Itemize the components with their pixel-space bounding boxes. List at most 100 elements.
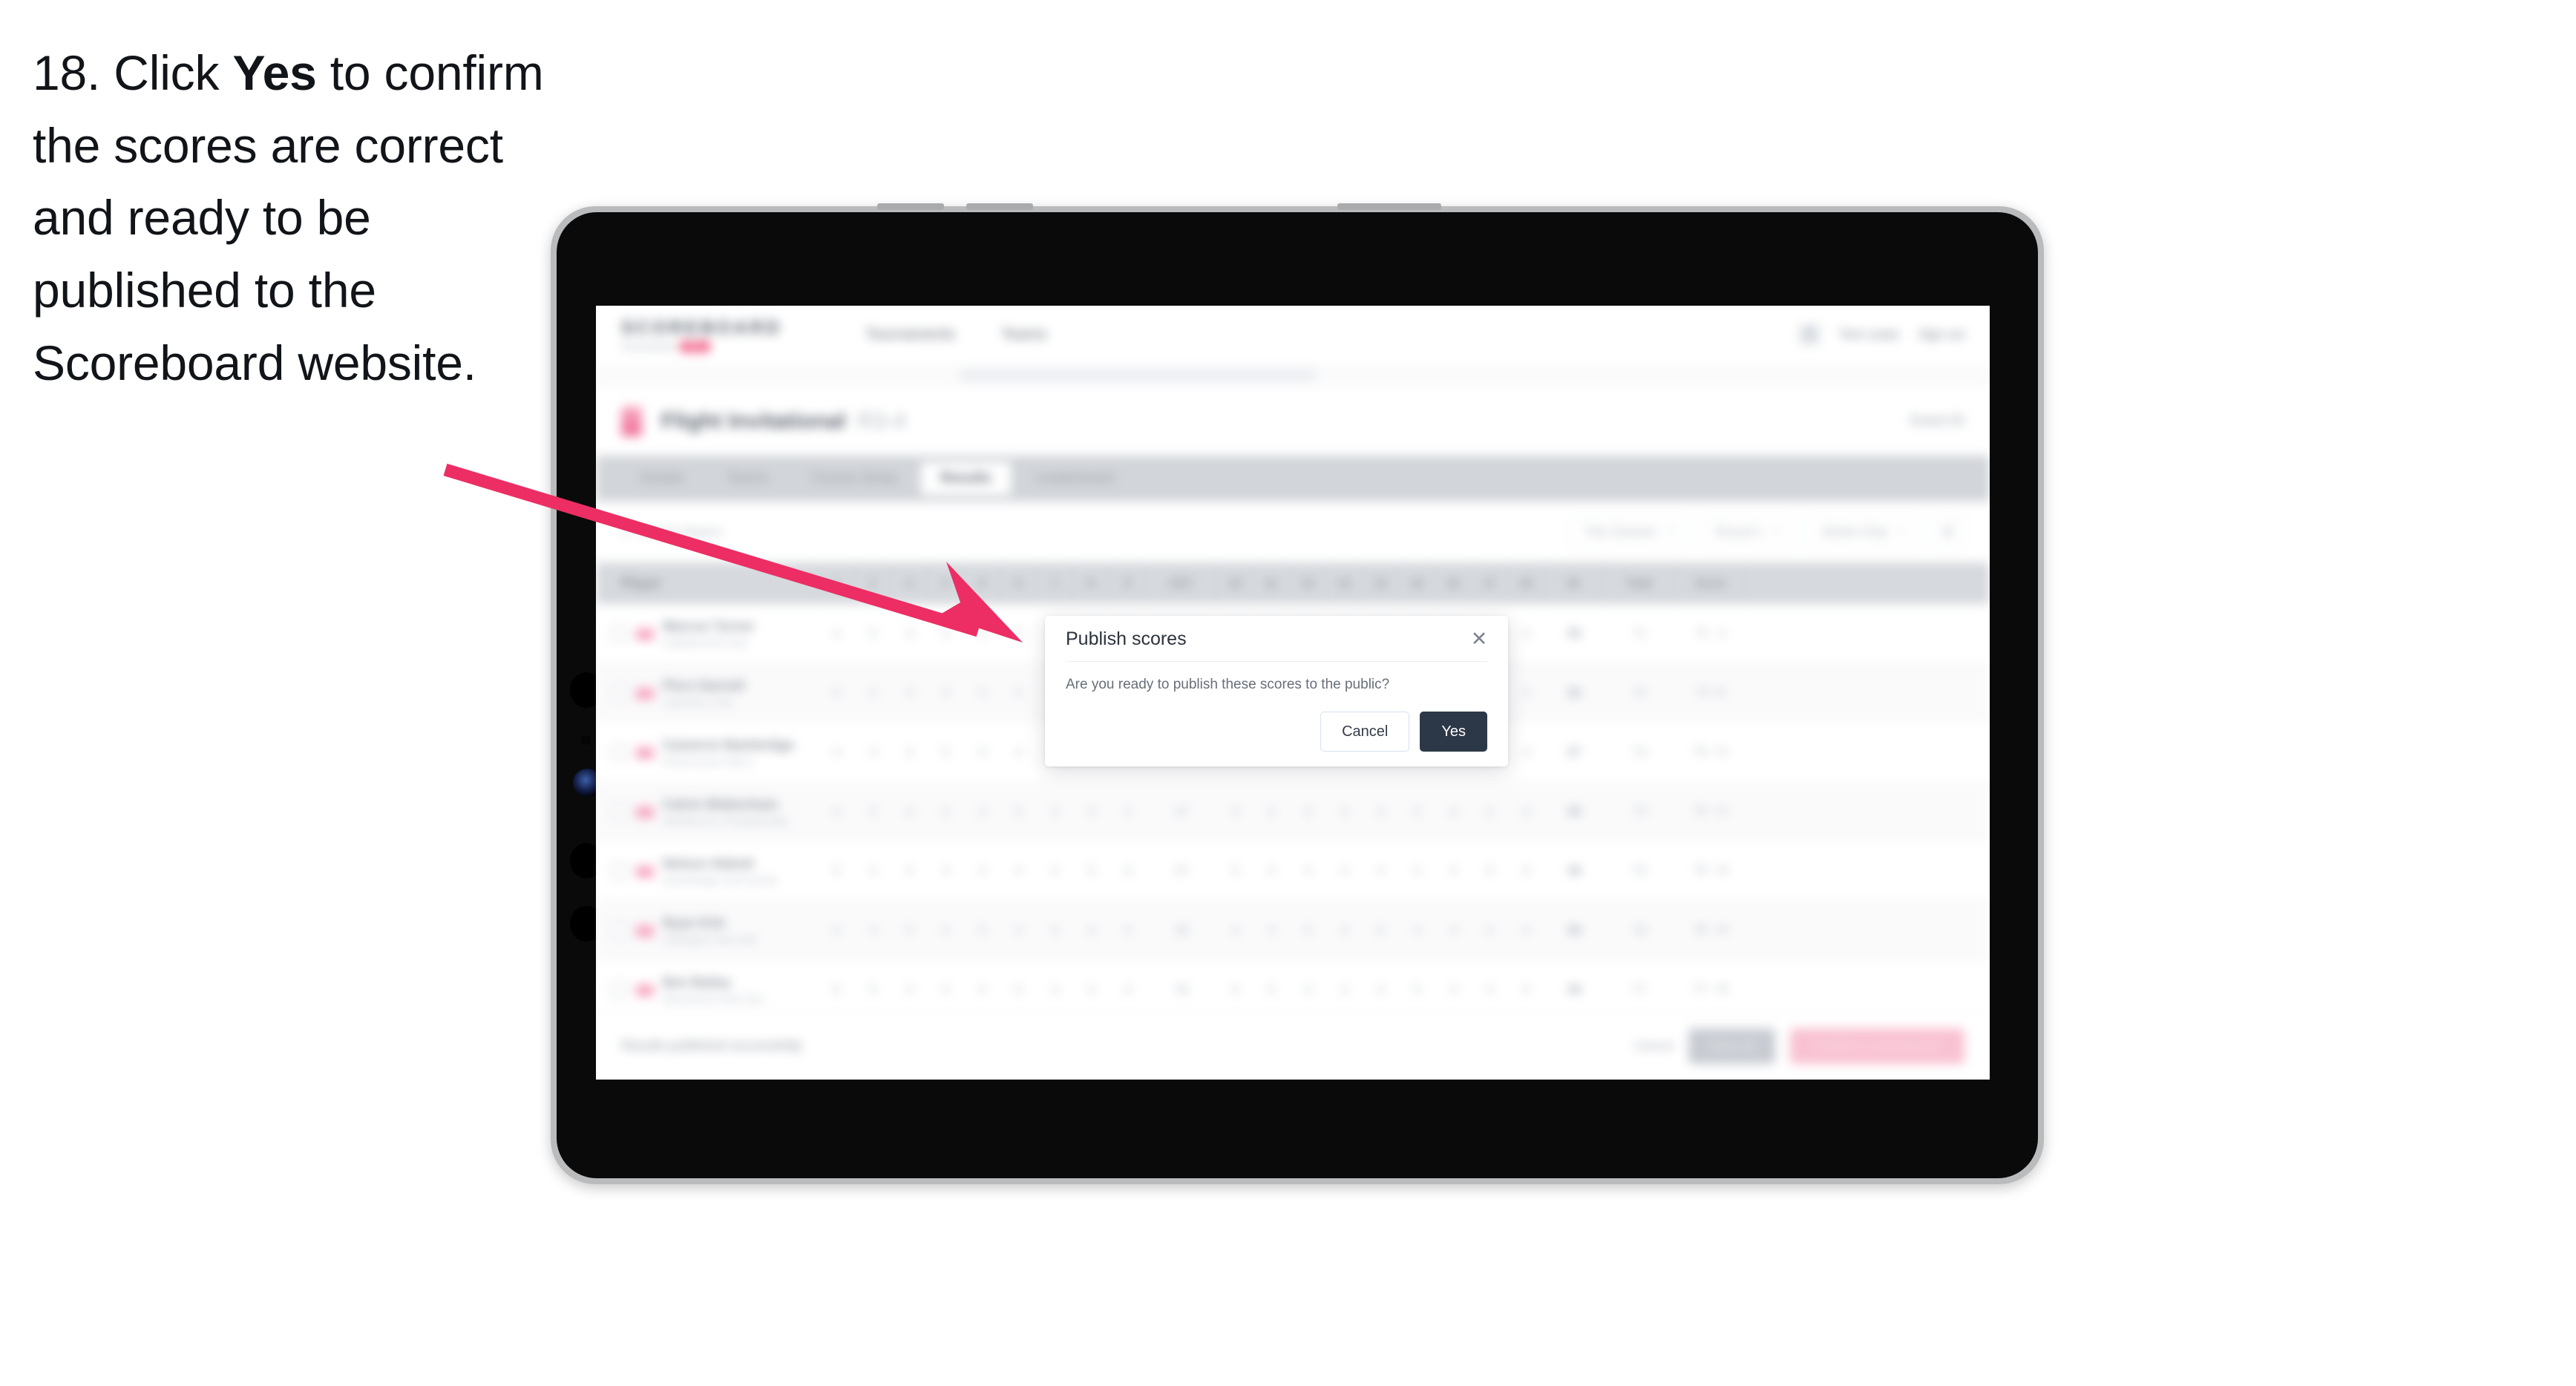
volume-up-button[interactable] (877, 203, 944, 210)
hole-score-cell[interactable]: 4 (1363, 841, 1399, 900)
hole-score-cell[interactable]: 3 (1363, 782, 1399, 841)
hole-score-cell[interactable]: 4 (1508, 782, 1544, 841)
hole-score-cell[interactable]: 4 (1037, 960, 1073, 1019)
hole-score-cell[interactable]: 5 (928, 723, 964, 781)
hole-score-cell[interactable]: 5 (819, 960, 855, 1019)
hole-score-cell[interactable]: 3 (1508, 663, 1544, 722)
hole-score-cell[interactable]: 5 (964, 663, 1000, 722)
hole-score-cell[interactable]: 4 (1326, 901, 1363, 959)
volume-down-button[interactable] (966, 203, 1033, 210)
hole-score-cell[interactable]: 4 (1290, 782, 1326, 841)
hole-score-cell[interactable]: 4 (928, 901, 964, 959)
hole-score-cell[interactable]: 4 (1253, 841, 1290, 900)
tab-teams[interactable]: Teams (707, 462, 787, 495)
hole-score-cell[interactable]: 3 (928, 663, 964, 722)
hole-score-cell[interactable]: 4 (1000, 841, 1037, 900)
hole-score-cell[interactable]: 4 (928, 604, 964, 663)
hole-score-cell[interactable]: 4 (1435, 901, 1472, 959)
search-input[interactable]: ⚲ Search players (621, 516, 1185, 548)
hole-score-cell[interactable]: 4 (891, 960, 928, 1019)
hole-score-cell[interactable]: 4 (1217, 901, 1253, 959)
hole-score-cell[interactable]: 5 (819, 841, 855, 900)
hole-score-cell[interactable]: 5 (855, 782, 891, 841)
hole-score-cell[interactable]: 4 (855, 663, 891, 722)
hole-score-cell[interactable]: 4 (855, 901, 891, 959)
hole-score-cell[interactable]: 4 (1037, 841, 1073, 900)
hole-score-cell[interactable]: 4 (891, 663, 928, 722)
yes-button[interactable]: Yes (1420, 712, 1487, 752)
hole-score-cell[interactable]: 4 (819, 723, 855, 781)
hole-score-cell[interactable]: 5 (1217, 841, 1253, 900)
hole-score-cell[interactable]: 4 (1472, 782, 1508, 841)
hole-score-cell[interactable]: 4 (964, 723, 1000, 781)
hole-score-cell[interactable]: 4 (1217, 782, 1253, 841)
hole-score-cell[interactable]: 4 (1326, 960, 1363, 1019)
power-button[interactable] (1337, 203, 1441, 210)
hole-score-cell[interactable]: 5 (964, 901, 1000, 959)
hole-score-cell[interactable]: 4 (964, 841, 1000, 900)
hole-score-cell[interactable]: 5 (1399, 960, 1435, 1019)
hole-score-cell[interactable]: 5 (1363, 901, 1399, 959)
hole-score-cell[interactable]: 4 (1073, 960, 1110, 1019)
table-row[interactable]: Calvin Blakenham Westbourne Championship 4… (596, 782, 1990, 841)
filter-round-select[interactable]: Round 1 ▼ (1701, 516, 1796, 548)
row-checkbox[interactable] (611, 922, 627, 939)
hole-score-cell[interactable]: 3 (1110, 841, 1146, 900)
hole-score-cell[interactable]: 5 (1217, 960, 1253, 1019)
hole-score-cell[interactable]: 4 (891, 782, 928, 841)
hole-score-cell[interactable]: 5 (1000, 782, 1037, 841)
hole-score-cell[interactable]: 4 (891, 841, 928, 900)
nav-item-tournaments[interactable]: Tournaments (865, 326, 955, 344)
sign-out-link[interactable]: Sign out (1918, 327, 1964, 342)
hole-score-cell[interactable]: 4 (1037, 901, 1073, 959)
hole-score-cell[interactable]: 5 (891, 901, 928, 959)
hole-score-cell[interactable]: 4 (964, 960, 1000, 1019)
save-all-button[interactable]: Save all (1688, 1028, 1775, 1064)
tab-results[interactable]: Results (921, 462, 1011, 495)
hole-score-cell[interactable]: 4 (1508, 604, 1544, 663)
hole-score-cell[interactable]: 4 (1253, 901, 1290, 959)
hole-score-cell[interactable]: 4 (819, 901, 855, 959)
hole-score-cell[interactable]: 4 (1290, 841, 1326, 900)
nav-item-teams[interactable]: Teams (1001, 326, 1047, 344)
hole-score-cell[interactable]: 4 (928, 782, 964, 841)
hole-score-cell[interactable]: 4 (855, 723, 891, 781)
hole-score-cell[interactable]: 4 (1290, 960, 1326, 1019)
table-row[interactable]: Ryan Kirk Harlington Park Golf 4 4 5 4 5 4 4 4 4 38… (596, 901, 1990, 960)
hole-score-cell[interactable]: 5 (1253, 782, 1290, 841)
row-checkbox[interactable] (611, 684, 627, 701)
brand-logo[interactable]: SCOREBOARD Tournaments PRO (621, 318, 782, 352)
hole-score-cell[interactable]: 5 (1000, 960, 1037, 1019)
hole-score-cell[interactable]: 4 (819, 782, 855, 841)
hole-score-cell[interactable]: 4 (1326, 841, 1363, 900)
hole-score-cell[interactable]: 5 (1253, 960, 1290, 1019)
hole-score-cell[interactable]: 4 (819, 604, 855, 663)
row-checkbox[interactable] (611, 743, 627, 761)
settings-icon[interactable]: ⚙ (1932, 516, 1964, 548)
filter-session-select[interactable]: This Session ▼ (1570, 516, 1690, 548)
row-checkbox[interactable] (611, 981, 627, 998)
hole-score-cell[interactable]: 4 (1000, 663, 1037, 722)
hole-score-cell[interactable]: 4 (1399, 901, 1435, 959)
hole-score-cell[interactable]: 5 (1290, 901, 1326, 959)
hole-score-cell[interactable]: 4 (1435, 960, 1472, 1019)
hole-score-cell[interactable]: 3 (964, 782, 1000, 841)
hole-score-cell[interactable]: 4 (1472, 960, 1508, 1019)
hole-score-cell[interactable]: 4 (1399, 841, 1435, 900)
hole-score-cell[interactable]: 4 (1435, 782, 1472, 841)
row-checkbox[interactable] (611, 803, 627, 820)
hole-score-cell[interactable]: 4 (1435, 841, 1472, 900)
hole-score-cell[interactable]: 4 (928, 960, 964, 1019)
hole-score-cell[interactable]: 5 (1472, 841, 1508, 900)
tab-details[interactable]: Details (621, 462, 703, 495)
hole-score-cell[interactable]: 3 (1508, 841, 1544, 900)
hole-score-cell[interactable]: 5 (819, 663, 855, 722)
hole-score-cell[interactable]: 4 (855, 841, 891, 900)
hole-score-cell[interactable]: 5 (855, 960, 891, 1019)
publish-to-scoreboard-button[interactable]: Publish to Scoreboard (1789, 1028, 1964, 1064)
hole-score-cell[interactable]: 4 (1110, 782, 1146, 841)
hole-score-cell[interactable]: 4 (1073, 782, 1110, 841)
cancel-button[interactable]: Cancel (1320, 712, 1410, 752)
hole-score-cell[interactable]: 4 (928, 841, 964, 900)
table-row[interactable]: Nelson Abbott Stonebridge Golf Society 5 4 4… (596, 841, 1990, 901)
